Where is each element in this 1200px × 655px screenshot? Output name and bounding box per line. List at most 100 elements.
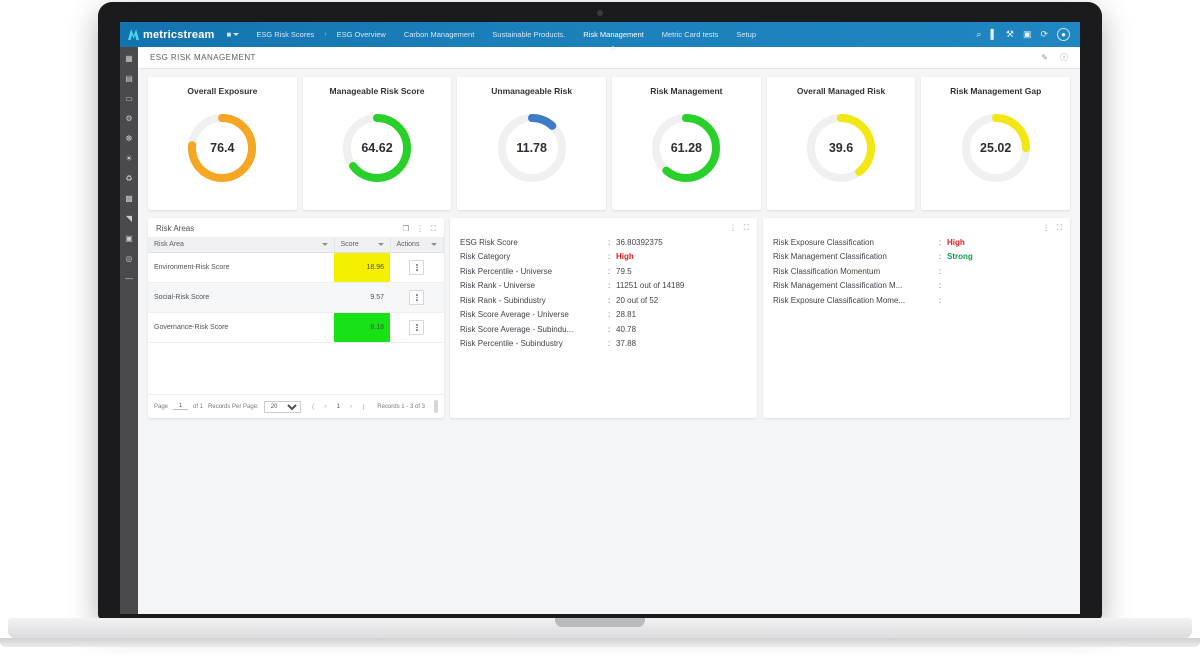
pagination-controls: ⟨ ‹ 1 › ⟩ <box>312 403 365 411</box>
cell-risk-area: Governance-Risk Score <box>148 312 334 343</box>
nav-item-metric-card-tests[interactable]: Metric Card tests <box>653 25 728 44</box>
gauge-donut: 61.28 <box>648 110 724 186</box>
nav-item-carbon-management[interactable]: Carbon Management <box>395 25 483 44</box>
bookmark-icon[interactable]: ▌ <box>990 30 996 39</box>
detail-row: Risk Percentile - Subindustry:37.88 <box>460 339 747 348</box>
detail-label: Risk Score Average - Universe <box>460 310 569 319</box>
risk-areas-expand-icon[interactable]: ⛶ <box>431 225 436 233</box>
risk-classification-panel: ⋮ ⛶ Risk Exposure Classification: High Risk… <box>763 218 1070 418</box>
detail-row: Risk Exposure Classification Mome...: <box>773 296 1060 305</box>
refresh-icon[interactable]: ⟳ <box>1040 30 1048 39</box>
dashboard-icon[interactable]: ▦ <box>124 53 135 64</box>
left-sidebar: ▦ ▤ ▭ ⚙ ☸ ☀ ♻ ▩ ◥ ▣ ◎ — <box>120 47 138 614</box>
archive-icon[interactable]: ▣ <box>124 233 135 244</box>
brand-name: metricstream <box>143 28 215 41</box>
sort-caret-icon[interactable] <box>321 243 328 246</box>
detail-row: Risk Rank - Subindustry:20 out of 52 <box>460 296 747 305</box>
cell-actions <box>390 282 444 313</box>
table-row[interactable]: Social-Risk Score 9.57 <box>148 282 444 313</box>
current-page-indicator[interactable]: 1 <box>336 403 340 410</box>
nav-item-setup[interactable]: Setup <box>727 25 765 44</box>
sort-caret-icon[interactable] <box>431 243 437 246</box>
risk-areas-more-menu-icon[interactable]: ⋮ <box>416 225 424 233</box>
detail-colon: : <box>608 237 611 247</box>
row-actions-menu-icon[interactable] <box>409 290 425 305</box>
table-body: Environment-Risk Score 18.96 Social-Risk S… <box>148 252 444 343</box>
nav-item-risk-management[interactable]: Risk Management <box>574 25 652 50</box>
column-header-label: Risk Area <box>154 241 184 248</box>
brand-logo[interactable]: metricstream <box>128 29 215 41</box>
application-window: metricstream ■ ESG Risk Scores › ESG Overv… <box>120 22 1080 614</box>
gauge-value: 61.28 <box>670 141 702 155</box>
gauge-donut: 76.4 <box>184 110 260 186</box>
info-icon[interactable]: ⓘ <box>1060 52 1068 63</box>
settings-gear-icon[interactable]: ⚙ <box>124 113 135 124</box>
metricstream-logo-icon <box>128 29 139 40</box>
detail-row: Risk Score Average - Subindu...:40.78 <box>460 325 747 334</box>
risk-detail-more-menu-icon[interactable]: ⋮ <box>729 224 737 232</box>
user-avatar-icon[interactable]: ● <box>1057 28 1070 41</box>
chart-icon[interactable]: ◥ <box>124 213 135 224</box>
records-per-page-select[interactable]: 102050100 <box>263 400 301 413</box>
sun-icon[interactable]: ☀ <box>124 153 135 164</box>
table-row[interactable]: Environment-Risk Score 18.96 <box>148 252 444 283</box>
search-icon[interactable]: ⌕ <box>976 30 981 39</box>
edit-pencil-icon[interactable]: ✎ <box>1041 53 1048 62</box>
gauge-card-overall-managed-risk: Overall Managed Risk 39.6 <box>766 77 916 210</box>
risk-detail-panel: ⋮ ⛶ ESG Risk Score:36.80392375 Risk Catego… <box>450 218 757 418</box>
page-header-tools: ✎ ⓘ <box>1041 52 1068 63</box>
row-actions-menu-icon[interactable] <box>409 320 425 335</box>
detail-colon: : <box>608 252 611 261</box>
target-icon[interactable]: ◎ <box>124 253 135 264</box>
risk-areas-table: Risk Area Score Actions Environment-Risk S… <box>148 237 444 343</box>
detail-colon: : <box>608 324 611 334</box>
gauge-value: 76.4 <box>210 141 235 155</box>
nav-item-esg-overview[interactable]: ESG Overview <box>328 25 395 44</box>
row-actions-menu-icon[interactable] <box>409 260 425 275</box>
nav-item-sustainable-products[interactable]: Sustainable Products. <box>483 25 574 44</box>
globe-icon[interactable]: ☸ <box>124 133 135 144</box>
nav-home-menu[interactable]: ■ <box>227 30 240 39</box>
gauge-value: 11.78 <box>516 141 547 155</box>
gauge-card-risk-management: Risk Management 61.28 <box>612 77 761 210</box>
gauge-donut: 39.6 <box>803 110 879 186</box>
sort-caret-icon[interactable] <box>377 243 384 246</box>
next-page-button[interactable]: › <box>350 403 352 410</box>
last-page-button[interactable]: ⟩ <box>362 403 365 411</box>
column-header-actions[interactable]: Actions <box>390 237 444 253</box>
reports-icon[interactable]: ▤ <box>124 73 135 84</box>
risk-detail-expand-icon[interactable]: ⛶ <box>744 224 749 232</box>
panel-row: Risk Areas ❐ ⋮ ⛶ Risk Area Score Actions… <box>148 218 1070 418</box>
topbar-tool-list: ⌕ ▌ ⚒ ▣ ⟳ ● <box>976 28 1072 41</box>
nav-item-esg-risk-scores[interactable]: ESG Risk Scores <box>247 25 323 44</box>
column-header-score[interactable]: Score <box>334 237 391 253</box>
prev-page-button[interactable]: ‹ <box>324 403 326 410</box>
detail-colon: : <box>939 281 942 290</box>
gauge-donut: 11.78 <box>494 110 570 186</box>
risk-classification-expand-icon[interactable]: ⛶ <box>1057 224 1062 232</box>
page-label: Page <box>154 403 169 410</box>
detail-row: Risk Management Classification: Strong <box>773 252 1060 261</box>
table-row[interactable]: Governance-Risk Score 8.18 <box>148 312 444 343</box>
page-number-input[interactable] <box>173 403 189 410</box>
calendar-icon[interactable]: ▩ <box>124 193 135 204</box>
detail-value: High <box>947 237 965 247</box>
column-header-risk-area[interactable]: Risk Area <box>148 237 335 253</box>
page-of-label: of 1 <box>193 403 204 410</box>
monitor-icon[interactable]: ▭ <box>124 93 135 104</box>
collapse-icon[interactable]: — <box>124 273 135 284</box>
detail-label: Risk Category <box>460 252 511 261</box>
scrollbar-thumb[interactable] <box>434 400 438 413</box>
detail-colon: : <box>939 252 942 261</box>
risk-classification-list: Risk Exposure Classification: High Risk Ma… <box>763 234 1070 319</box>
gauge-title: Overall Exposure <box>187 86 258 96</box>
save-icon[interactable]: ▣ <box>1023 30 1032 39</box>
first-page-button[interactable]: ⟨ <box>312 403 315 411</box>
tools-icon[interactable]: ⚒ <box>1006 30 1014 39</box>
detail-row: Risk Classification Momentum: <box>773 267 1060 276</box>
top-navigation-bar: metricstream ■ ESG Risk Scores › ESG Overv… <box>120 22 1080 50</box>
risk-areas-export-icon[interactable]: ❐ <box>403 225 410 233</box>
risk-classification-more-menu-icon[interactable]: ⋮ <box>1042 224 1050 232</box>
recycle-icon[interactable]: ♻ <box>124 173 135 184</box>
detail-value: 20 out of 52 <box>616 295 659 305</box>
